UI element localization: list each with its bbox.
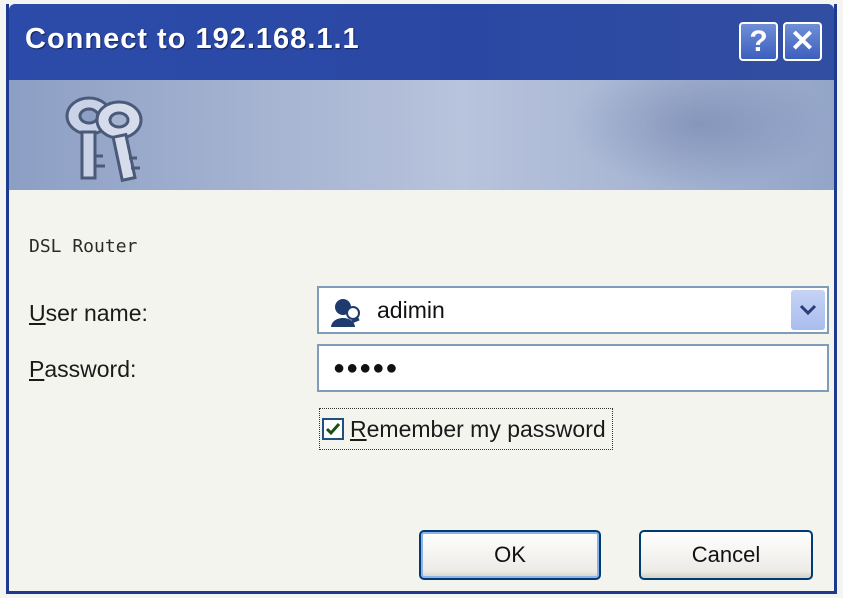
username-combobox[interactable]: adimin xyxy=(317,286,829,334)
keys-icon xyxy=(65,96,143,183)
checkmark-icon xyxy=(325,423,341,436)
password-label-text: assword: xyxy=(44,356,137,382)
realm-text: DSL Router xyxy=(29,236,138,257)
password-label: Password: xyxy=(29,356,136,383)
cancel-button[interactable]: Cancel xyxy=(639,530,813,580)
username-label-access-key: U xyxy=(29,300,46,326)
remember-password-label: Remember my password xyxy=(350,416,606,443)
password-value: ●●●●● xyxy=(333,357,399,379)
remember-password-checkbox[interactable]: Remember my password xyxy=(319,408,613,450)
banner xyxy=(9,80,834,190)
banner-shade xyxy=(569,80,829,190)
password-field[interactable]: ●●●●● xyxy=(317,344,829,392)
chevron-down-icon xyxy=(799,304,817,316)
dialog-body: DSL Router User name: adimin Password: ●… xyxy=(9,190,834,591)
user-account-icon xyxy=(331,299,360,327)
remember-label-access-key: R xyxy=(350,415,367,442)
help-button[interactable]: ? xyxy=(739,22,778,61)
title-bar[interactable]: Connect to 192.168.1.1 ? ✕ xyxy=(9,4,834,80)
ok-button[interactable]: OK xyxy=(419,530,601,580)
remember-label-text: emember my password xyxy=(366,415,606,442)
password-label-access-key: P xyxy=(29,356,45,382)
connect-dialog: Connect to 192.168.1.1 ? ✕ DSL Router Us… xyxy=(6,4,837,594)
username-label: User name: xyxy=(29,300,148,327)
window-title: Connect to 192.168.1.1 xyxy=(25,23,360,55)
username-dropdown-button[interactable] xyxy=(791,290,825,330)
username-label-text: ser name: xyxy=(45,300,148,326)
username-value: adimin xyxy=(377,297,445,323)
checkbox-box[interactable] xyxy=(322,418,344,440)
close-button[interactable]: ✕ xyxy=(783,22,822,61)
